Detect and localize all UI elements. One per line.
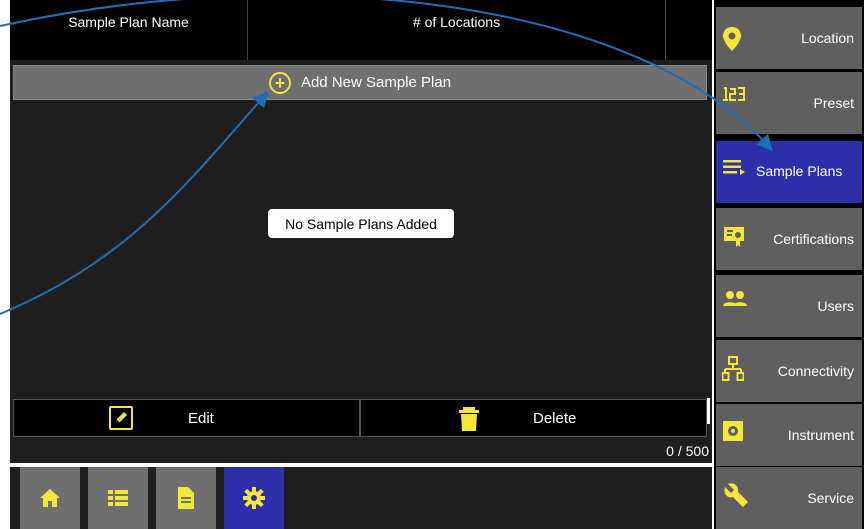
document-icon <box>177 486 195 510</box>
edit-icon <box>109 406 133 430</box>
table-header: Sample Plan Name # of Locations <box>10 0 712 60</box>
sidebar-item-certifications[interactable]: Certifications <box>716 208 862 270</box>
empty-state-message: No Sample Plans Added <box>268 209 454 238</box>
instrument-icon <box>722 420 746 444</box>
sidebar-item-label: Users <box>817 298 854 314</box>
bottom-nav <box>10 467 712 529</box>
sample-plans-icon <box>722 158 746 182</box>
tab-list[interactable] <box>88 467 148 529</box>
plan-counter: 0 / 500 <box>666 443 709 459</box>
numeric-123-icon <box>722 85 746 109</box>
sidebar-item-sample-plans[interactable]: Sample Plans <box>716 141 862 203</box>
action-bar: Edit Delete <box>13 399 707 437</box>
scrollbar[interactable] <box>707 398 710 424</box>
edit-label: Edit <box>188 410 214 427</box>
add-circle-icon: + <box>268 71 291 94</box>
sidebar-item-label: Sample Plans <box>756 163 843 179</box>
add-new-sample-plan-label: Add New Sample Plan <box>300 74 452 91</box>
sample-plans-screen: Sample Plan Name # of Locations + Add Ne… <box>0 0 864 529</box>
list-icon <box>107 488 129 508</box>
sidebar-item-location[interactable]: Location <box>716 7 862 69</box>
users-icon <box>722 289 747 313</box>
network-icon <box>721 356 746 381</box>
sidebar-item-users[interactable]: Users <box>716 275 862 337</box>
tab-settings[interactable] <box>224 467 284 529</box>
sidebar-item-label: Connectivity <box>777 363 854 379</box>
sidebar-item-connectivity[interactable]: Connectivity <box>716 340 862 402</box>
column-header-locations[interactable]: # of Locations <box>248 0 666 60</box>
sidebar-item-label: Certifications <box>773 231 854 247</box>
gear-icon <box>242 486 266 510</box>
trash-icon <box>457 406 481 431</box>
home-icon <box>39 487 61 509</box>
location-pin-icon <box>722 26 746 51</box>
tab-reports[interactable] <box>156 467 216 529</box>
delete-button[interactable]: Delete <box>360 399 707 437</box>
tab-home[interactable] <box>20 467 80 529</box>
sidebar-item-label: Location <box>801 30 854 46</box>
sidebar-item-instrument[interactable]: Instrument <box>716 404 862 466</box>
edit-button[interactable]: Edit <box>13 399 360 437</box>
sidebar-item-preset[interactable]: Preset <box>716 72 862 134</box>
wrench-icon <box>722 482 748 507</box>
settings-sidebar: Location Preset Sample Plans Certificati… <box>714 0 864 529</box>
sidebar-item-service[interactable]: Service <box>716 467 862 529</box>
column-header-empty <box>666 0 712 60</box>
sidebar-item-label: Instrument <box>787 427 854 443</box>
add-new-sample-plan-button[interactable]: + Add New Sample Plan <box>13 65 707 100</box>
delete-label: Delete <box>533 410 577 427</box>
certificate-icon <box>722 224 746 248</box>
column-header-sample-plan-name[interactable]: Sample Plan Name <box>10 0 248 60</box>
sidebar-item-label: Service <box>807 490 854 506</box>
sidebar-item-label: Preset <box>813 95 854 111</box>
